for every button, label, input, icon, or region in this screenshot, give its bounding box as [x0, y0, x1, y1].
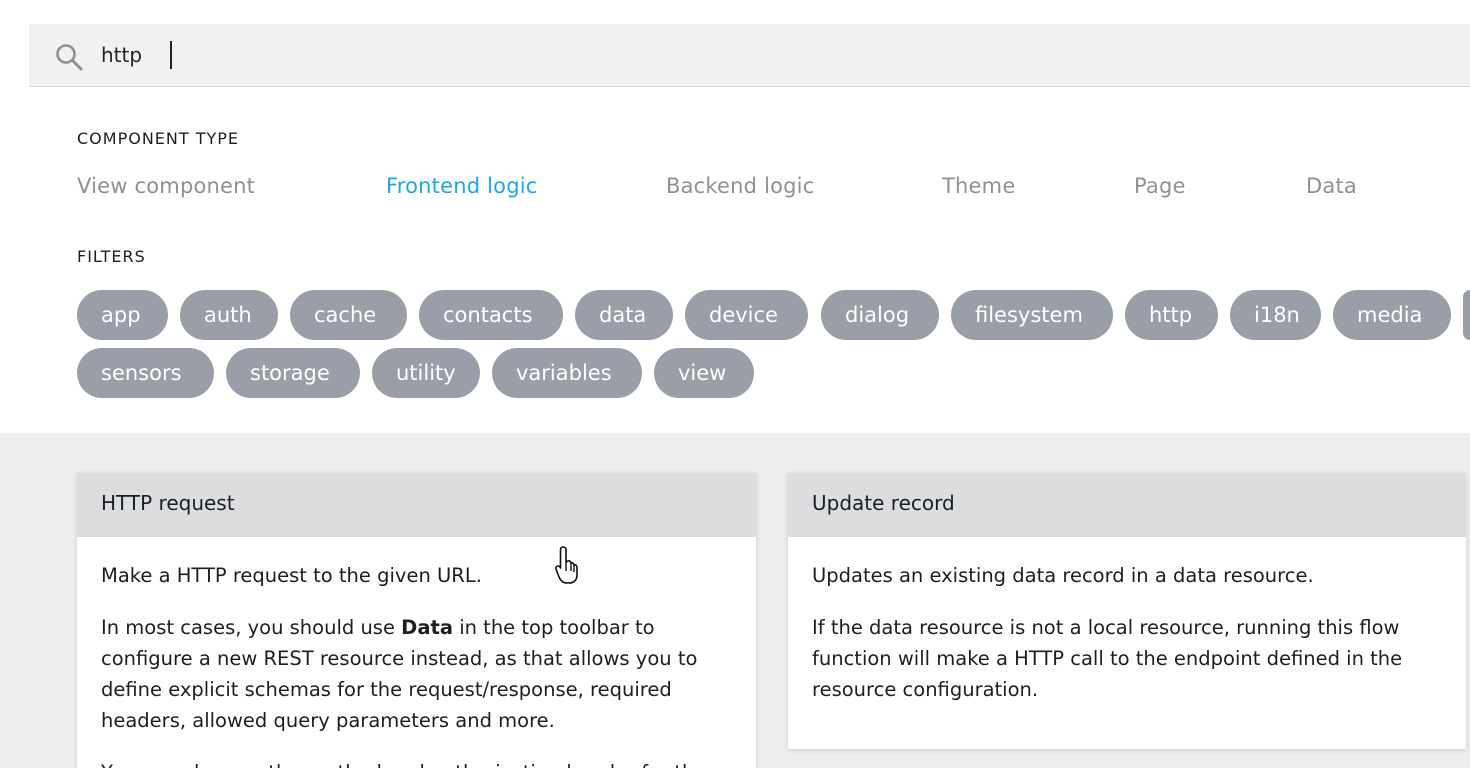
filter-chip-cache[interactable]: cache: [290, 290, 407, 340]
filters-label: FILTERS: [77, 247, 146, 266]
hand-cursor-icon: [555, 546, 578, 584]
search-input[interactable]: [101, 40, 601, 70]
filter-chip-view[interactable]: view: [654, 348, 754, 398]
tab-view-component[interactable]: View component: [77, 174, 255, 198]
component-type-tabs: View component Frontend logic Backend lo…: [0, 174, 1470, 208]
filter-chip-i18n[interactable]: i18n: [1230, 290, 1321, 340]
tab-data[interactable]: Data: [1306, 174, 1357, 198]
filter-chip-app[interactable]: app: [77, 290, 168, 340]
search-icon: [56, 44, 83, 71]
card-title: HTTP request: [77, 473, 756, 537]
result-card-update-record[interactable]: Update record Updates an existing data r…: [788, 473, 1466, 749]
text-caret: [170, 41, 172, 69]
tab-page[interactable]: Page: [1134, 174, 1186, 198]
filter-chip-device[interactable]: device: [685, 290, 808, 340]
filter-chip-variables[interactable]: variables: [492, 348, 642, 398]
filter-chip-overflow[interactable]: [1463, 290, 1470, 340]
filter-chip-contacts[interactable]: contacts: [419, 290, 563, 340]
card-title: Update record: [788, 473, 1466, 537]
card-body: Make a HTTP request to the given URL. In…: [77, 537, 756, 768]
filter-chip-storage[interactable]: storage: [226, 348, 360, 398]
results-area: HTTP request Make a HTTP request to the …: [0, 433, 1470, 768]
tab-theme[interactable]: Theme: [942, 174, 1015, 198]
card-details-bold: Data: [401, 616, 453, 639]
component-type-label: COMPONENT TYPE: [77, 129, 240, 148]
filter-chip-http[interactable]: http: [1125, 290, 1218, 340]
card-more: You can also use the method and authoriz…: [101, 757, 732, 768]
filter-chip-filesystem[interactable]: filesystem: [951, 290, 1113, 340]
card-body: Updates an existing data record in a dat…: [788, 537, 1466, 705]
card-details-text: In most cases, you should use: [101, 616, 402, 639]
tab-backend-logic[interactable]: Backend logic: [666, 174, 814, 198]
tab-frontend-logic[interactable]: Frontend logic: [386, 174, 538, 198]
card-details: In most cases, you should use Data in th…: [101, 612, 732, 736]
filter-chip-dialog[interactable]: dialog: [821, 290, 939, 340]
filter-chip-sensors[interactable]: sensors: [77, 348, 214, 398]
filter-chip-media[interactable]: media: [1333, 290, 1451, 340]
card-description: Updates an existing data record in a dat…: [812, 564, 1314, 587]
card-details: If the data resource is not a local reso…: [812, 616, 1403, 701]
filter-chip-auth[interactable]: auth: [180, 290, 278, 340]
filter-chip-data[interactable]: data: [575, 290, 673, 340]
filter-chip-utility[interactable]: utility: [372, 348, 480, 398]
search-bar: [29, 24, 1470, 87]
result-card-http-request[interactable]: HTTP request Make a HTTP request to the …: [77, 473, 756, 768]
card-description: Make a HTTP request to the given URL.: [101, 564, 482, 587]
